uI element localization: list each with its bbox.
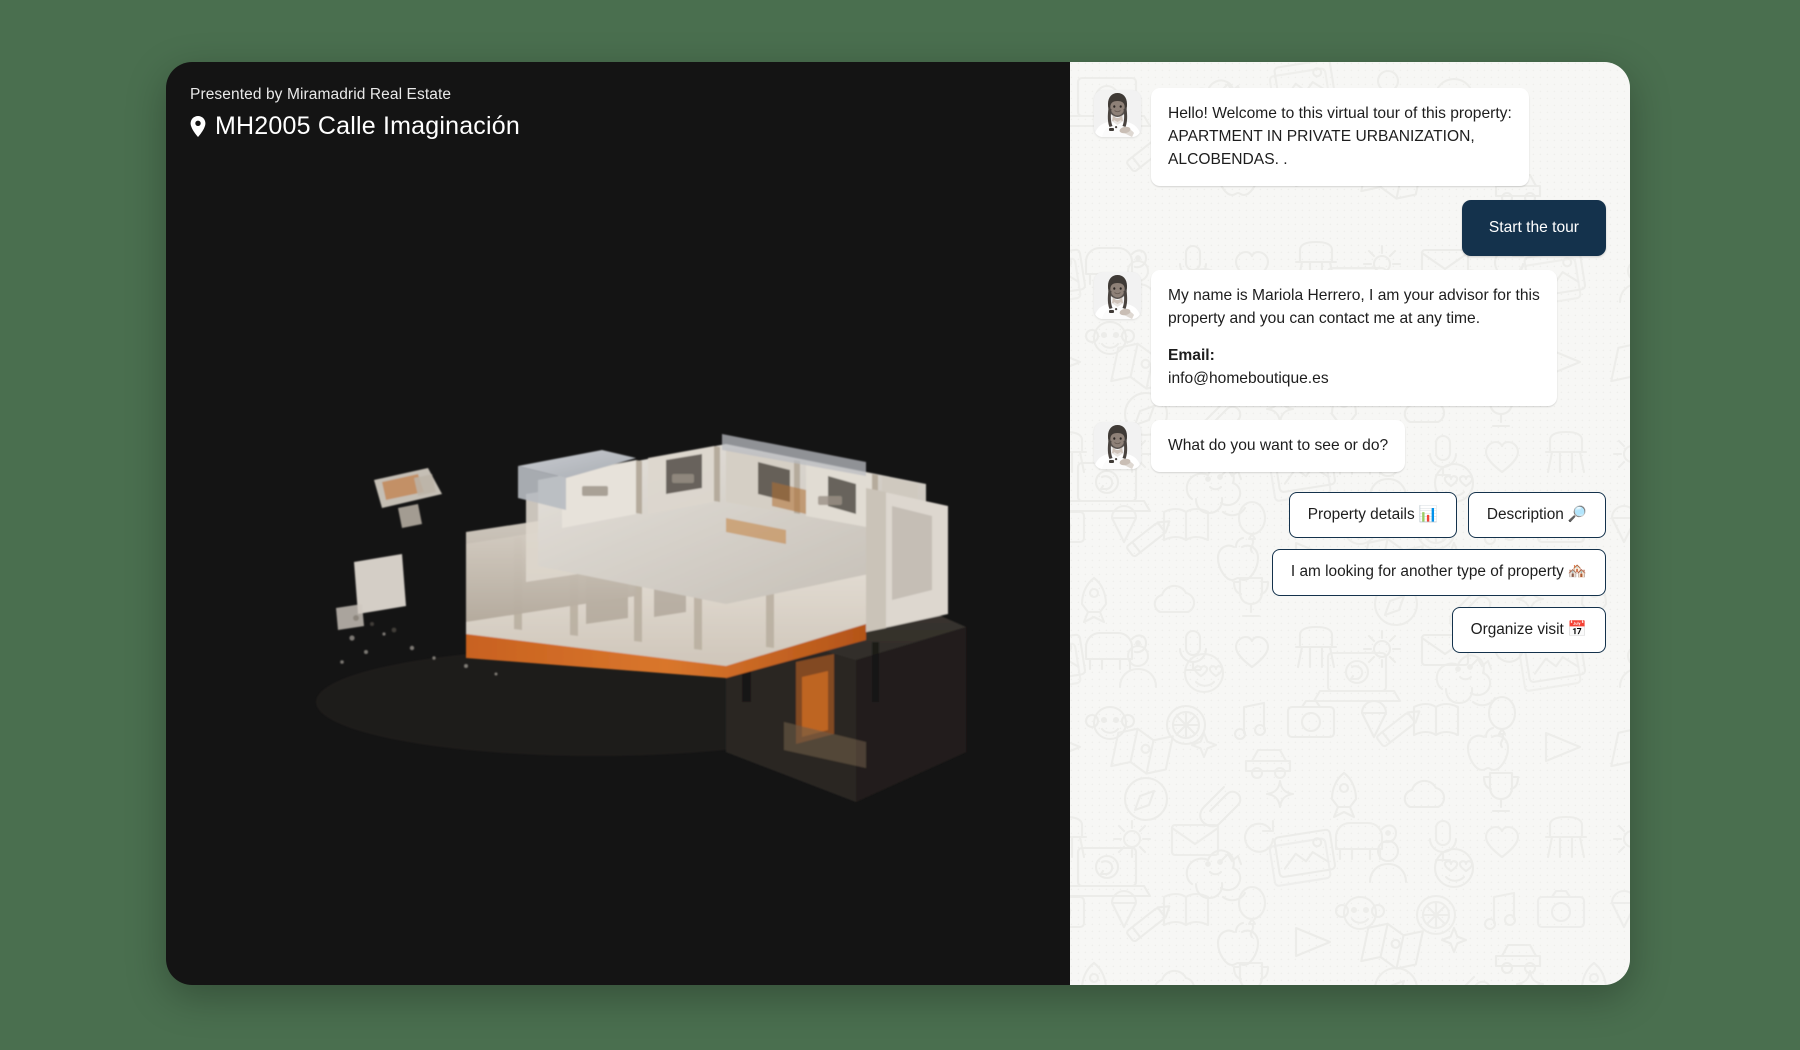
houses-icon: 🏘️ bbox=[1567, 563, 1587, 581]
quick-reply-description[interactable]: Description 🔎 bbox=[1467, 491, 1606, 539]
chat-message-advisor-intro: My name is Mariola Herrero, I am your ad… bbox=[1094, 270, 1606, 406]
quick-reply-another-property[interactable]: I am looking for another type of propert… bbox=[1271, 549, 1606, 596]
quick-reply-label: Description bbox=[1486, 505, 1564, 523]
quick-reply-organize-visit[interactable]: Organize visit 📅 bbox=[1451, 606, 1606, 654]
quick-reply-row: I am looking for another type of propert… bbox=[1271, 549, 1606, 596]
message-line: Hello! Welcome to this virtual tour of t… bbox=[1168, 105, 1512, 122]
calendar-icon: 📅 bbox=[1567, 620, 1587, 638]
quick-reply-property-details[interactable]: Property details 📊 bbox=[1288, 491, 1457, 539]
chat-panel: Hello! Welcome to this virtual tour of t… bbox=[1070, 62, 1630, 985]
chat-message-prompt: What do you want to see or do? bbox=[1094, 419, 1606, 472]
message-bubble: Hello! Welcome to this virtual tour of t… bbox=[1151, 88, 1529, 187]
magnifier-icon: 🔎 bbox=[1567, 505, 1587, 523]
quick-reply-label: Organize visit bbox=[1470, 620, 1564, 638]
chat-message-list[interactable]: Hello! Welcome to this virtual tour of t… bbox=[1070, 62, 1630, 985]
tour-viewer-panel[interactable]: Presented by Miramadrid Real Estate MH20… bbox=[166, 62, 1070, 985]
chat-message-welcome: Hello! Welcome to this virtual tour of t… bbox=[1094, 88, 1606, 187]
message-bubble: What do you want to see or do? bbox=[1151, 419, 1406, 472]
start-the-tour-button[interactable]: Start the tour bbox=[1461, 200, 1606, 257]
message-bubble: My name is Mariola Herrero, I am your ad… bbox=[1151, 270, 1557, 406]
message-line: My name is Mariola Herrero, I am your ad… bbox=[1168, 287, 1540, 305]
message-line: APARTMENT IN PRIVATE URBANIZATION, bbox=[1168, 128, 1475, 146]
message-line: What do you want to see or do? bbox=[1168, 436, 1389, 454]
quick-reply-row: Property details 📊 Description 🔎 bbox=[1288, 491, 1606, 539]
email-label: Email: bbox=[1168, 347, 1215, 365]
virtual-tour-card: Presented by Miramadrid Real Estate MH20… bbox=[166, 62, 1630, 985]
quick-reply-label: I am looking for another type of propert… bbox=[1290, 563, 1564, 581]
message-line: ALCOBENDAS. . bbox=[1168, 151, 1288, 169]
quick-reply-group: Property details 📊 Description 🔎 I am look… bbox=[1094, 491, 1606, 654]
email-value: info@homeboutique.es bbox=[1168, 370, 1329, 388]
quick-reply-label: Property details bbox=[1307, 505, 1415, 523]
advisor-avatar bbox=[1094, 90, 1141, 137]
bar-chart-icon: 📊 bbox=[1418, 505, 1438, 523]
message-line: property and you can contact me at any t… bbox=[1168, 310, 1481, 328]
advisor-avatar bbox=[1094, 272, 1141, 320]
advisor-avatar bbox=[1094, 421, 1141, 469]
3d-dollhouse-model[interactable] bbox=[166, 62, 1070, 985]
cta-row: Start the tour bbox=[1094, 200, 1606, 257]
quick-reply-row: Organize visit 📅 bbox=[1451, 606, 1606, 654]
